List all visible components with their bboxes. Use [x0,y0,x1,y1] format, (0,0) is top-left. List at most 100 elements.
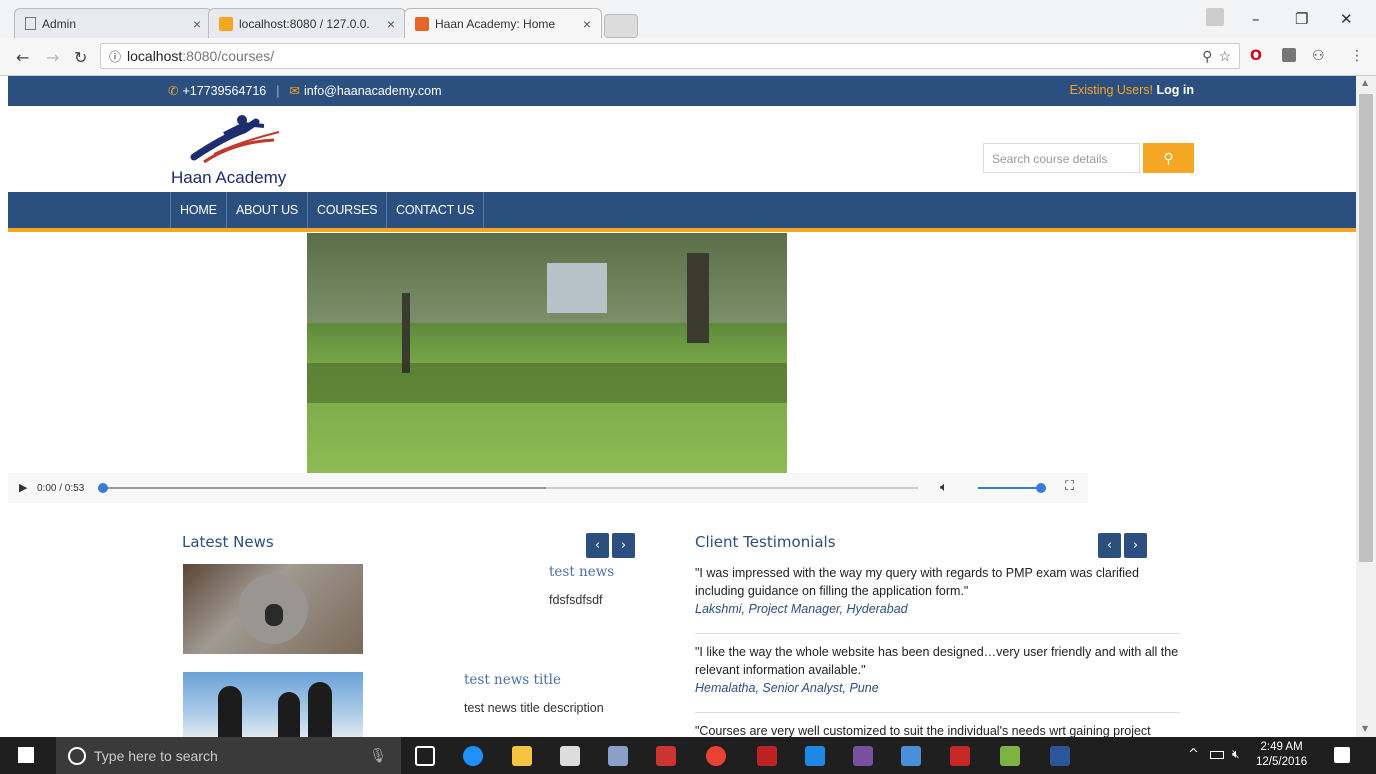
notepad-plus-icon[interactable] [1000,746,1020,766]
nav-item-contact[interactable]: CONTACT US [386,192,485,228]
play-icon[interactable]: ▶ [19,481,27,494]
email-address[interactable]: info@haanacademy.com [304,84,442,98]
taskbar-search-input[interactable]: Type here to search 🎙︎ [56,737,401,774]
menu-icon[interactable]: ⋮ [1350,48,1364,64]
fullscreen-icon[interactable]: ⛶ [1065,479,1074,494]
nav-item-courses[interactable]: COURSES [307,192,386,228]
testimonial-author: Lakshmi, Project Manager, Hyderabad [695,602,908,616]
profile-icon[interactable] [1206,8,1224,26]
windows-taskbar: Type here to search 🎙︎ ^ 🔇︎ 2:49 AM 12/5… [0,737,1376,774]
taskbar-clock[interactable]: 2:49 AM 12/5/2016 [1256,740,1307,770]
close-icon[interactable]: × [583,16,591,32]
close-window-icon[interactable]: ✕ [1340,10,1353,28]
testimonials-next-button[interactable]: › [1124,533,1147,558]
scroll-down-icon[interactable]: ▼ [1362,724,1368,733]
notifications-icon[interactable] [1334,747,1350,763]
microphone-icon[interactable]: 🎙︎ [369,747,387,764]
top-contact-bar: ✆ +17739564716 | ✉ info@haanacademy.com … [8,76,1356,106]
login-link[interactable]: Log in [1157,83,1195,97]
edge-icon[interactable] [463,746,483,766]
app-icon[interactable] [901,746,921,766]
file-explorer-icon[interactable] [512,746,532,766]
snipping-tool-icon[interactable] [656,746,676,766]
news-item-title[interactable]: test news title [464,672,561,688]
store-icon[interactable] [560,746,580,766]
bookmark-star-icon[interactable]: ☆ [1218,48,1231,65]
new-tab-button[interactable] [604,14,638,38]
progress-knob[interactable] [98,483,108,493]
logo-runner-icon[interactable] [184,112,284,167]
xampp-icon [415,16,429,31]
video-frame[interactable] [307,233,787,473]
volume-icon[interactable]: 🔈︎ [940,480,948,495]
envelope-icon: ✉ [289,84,300,98]
building [547,263,607,313]
page-icon [25,17,36,30]
page-scrollbar[interactable]: ▲ ▼ [1356,76,1376,737]
tab-title: Admin [42,16,77,31]
volume-tray-icon[interactable]: 🔇︎ [1232,747,1240,762]
forward-icon[interactable]: → [46,48,59,67]
search-button[interactable]: ⚲ [1143,143,1194,173]
address-bar-row: ← → ↻ ⓘ localhost:8080/courses/ ⚲ ☆ O ⚇ … [0,38,1376,76]
windows-start-icon[interactable] [18,747,34,763]
paint-icon[interactable] [608,746,628,766]
phone-icon: ✆ [168,84,179,98]
search-input[interactable]: Search course details [983,143,1140,173]
minimize-icon[interactable]: – [1252,10,1260,28]
acrobat-icon[interactable] [950,746,970,766]
clock-date: 12/5/2016 [1256,756,1308,768]
scroll-up-icon[interactable]: ▲ [1362,78,1368,87]
latest-news-title: Latest News [182,533,274,551]
restore-icon[interactable]: ❐ [1295,10,1308,28]
tree-trunk [687,253,709,343]
reload-icon[interactable]: ↻ [74,48,87,67]
scrollbar-thumb[interactable] [1359,94,1373,562]
logo-text[interactable]: Haan Academy [171,168,286,188]
nav-item-home[interactable]: HOME [170,192,226,228]
extension-icon[interactable] [1282,48,1296,62]
close-icon[interactable]: × [193,16,201,32]
zoom-icon[interactable]: ⚲ [1202,48,1212,65]
news-next-button[interactable]: › [612,533,635,558]
penguin [218,686,242,737]
url-path: :8080/courses/ [182,48,275,64]
filezilla-icon[interactable] [757,746,777,766]
url-field[interactable]: ⓘ localhost:8080/courses/ ⚲ ☆ [100,43,1240,69]
page-viewport: ✆ +17739564716 | ✉ info@haanacademy.com … [8,76,1356,737]
testimonial-item: "Courses are very well customized to sui… [695,722,1185,737]
opera-icon[interactable]: O [1250,48,1262,64]
app-icon[interactable] [805,746,825,766]
battery-icon[interactable] [1210,751,1224,759]
back-icon[interactable]: ← [16,48,29,67]
news-item-title[interactable]: test news [549,564,614,580]
winrar-icon[interactable] [853,746,873,766]
close-icon[interactable]: × [387,16,395,32]
tab-haan-academy[interactable]: Haan Academy: Home × [404,8,602,38]
news-image-penguins[interactable] [183,672,363,737]
news-image-koala[interactable] [183,564,363,654]
buffered-bar [102,487,546,489]
tab-admin[interactable]: Admin × [14,8,212,38]
video-player: ▶ 0:00 / 0:53 🔈︎ ⛶ [8,233,1356,503]
tray-chevron-icon[interactable]: ^ [1188,747,1199,762]
binoculars-icon[interactable]: ⚇ [1312,48,1325,64]
testimonials-prev-button[interactable]: ‹ [1098,533,1121,558]
tab-title: Haan Academy: Home [435,16,556,31]
tab-phpmyadmin[interactable]: localhost:8080 / 127.0.0. × [208,8,406,38]
progress-bar[interactable] [98,483,918,493]
info-icon[interactable]: ⓘ [109,48,121,65]
volume-slider[interactable] [978,483,1046,493]
existing-users-label: Existing Users! [1069,83,1154,97]
video-controls: ▶ 0:00 / 0:53 🔈︎ ⛶ [8,473,1088,503]
word-icon[interactable] [1050,746,1070,766]
chrome-icon[interactable] [706,746,726,766]
divider [695,712,1180,713]
nav-item-about[interactable]: ABOUT US [226,192,307,228]
news-prev-button[interactable]: ‹ [586,533,609,558]
volume-knob[interactable] [1036,483,1046,493]
content-area: Latest News ‹ › test news fdsfsdfsdf tes… [8,503,1356,737]
chevron-right-icon: › [1132,538,1139,553]
task-view-icon[interactable] [415,746,435,766]
clock-time: 2:49 AM [1260,741,1303,753]
